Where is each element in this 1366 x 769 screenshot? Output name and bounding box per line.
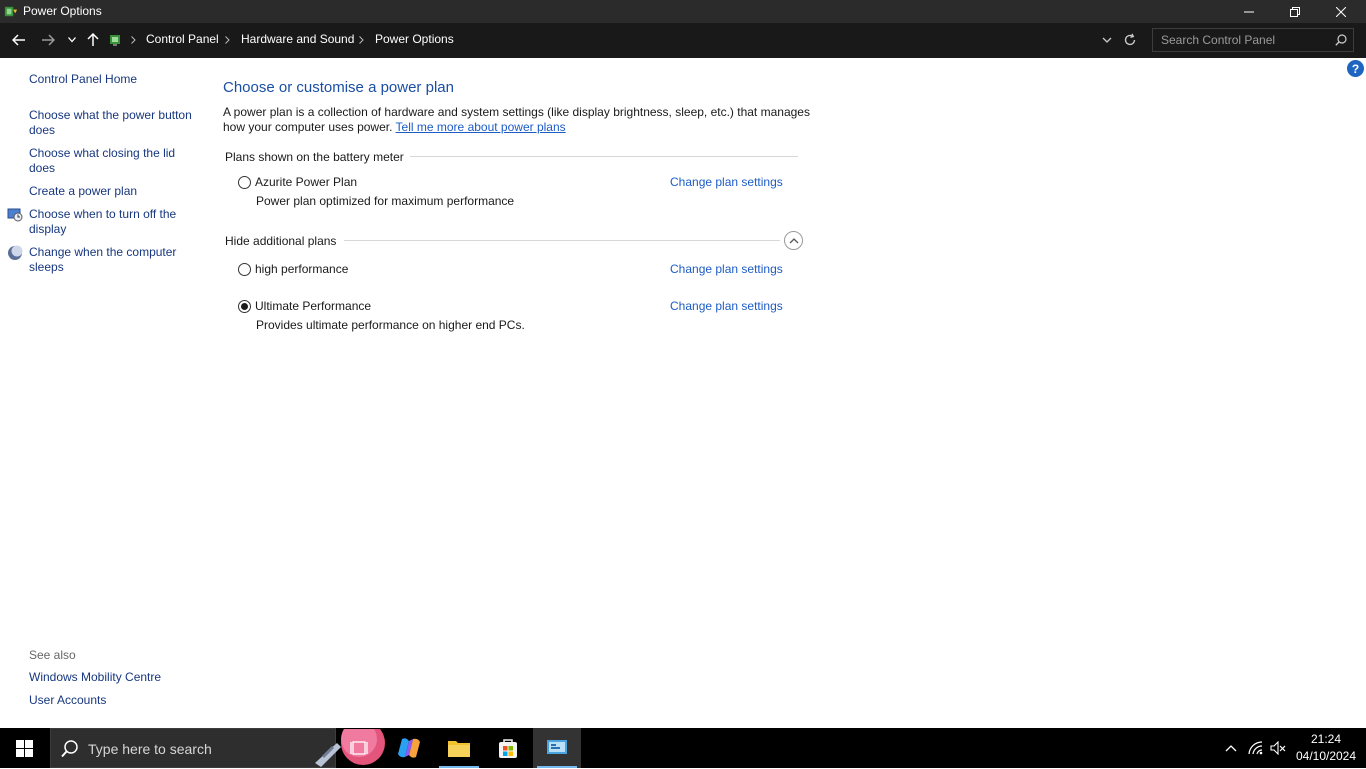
display-power-icon [7,208,23,222]
help-icon[interactable]: ? [1347,60,1364,77]
back-button[interactable] [8,30,30,50]
forward-button[interactable] [37,30,59,50]
refresh-button[interactable] [1123,33,1137,50]
recent-locations-button[interactable] [61,30,83,50]
volume-muted-icon [1270,741,1286,755]
change-plan-settings-azurite[interactable]: Change plan settings [670,175,783,189]
windows-logo-icon [15,739,33,757]
up-arrow-icon [87,33,99,46]
breadcrumb[interactable]: Control Panel Hardware and Sound Power O… [104,28,1140,52]
store-icon [499,739,517,758]
sidebar-item-label: display [29,222,67,236]
chevron-up-icon [789,238,798,244]
address-bar: Control Panel Hardware and Sound Power O… [0,23,1366,58]
see-also-heading: See also [29,648,76,662]
folder-icon [448,741,470,757]
control-panel-home-link[interactable]: Control Panel Home [29,72,137,87]
sleep-moon-icon [8,245,23,260]
search-box[interactable] [1152,28,1354,52]
volume-button[interactable] [1267,728,1289,768]
network-button[interactable] [1245,728,1267,768]
windows-mobility-centre-link[interactable]: Windows Mobility Centre [29,670,161,685]
change-plan-settings-high-performance[interactable]: Change plan settings [670,262,783,276]
sidebar-item-turn-off-display[interactable]: Choose when to turn off the display [29,207,176,237]
task-view-button[interactable] [336,728,384,768]
sidebar-item-label: does [29,161,56,175]
clock[interactable]: 21:24 04/10/2024 [1293,731,1359,765]
copilot-icon [398,738,420,758]
sidebar-item-closing-lid[interactable]: Choose what closing the lid does [29,146,175,176]
collapse-plans-button[interactable] [784,231,803,250]
plan-name-azurite[interactable]: Azurite Power Plan [255,175,357,189]
taskbar-search[interactable]: Type here to search [50,728,385,768]
close-icon [1336,6,1346,17]
start-button[interactable] [0,728,48,768]
search-icon[interactable] [1335,34,1347,46]
power-options-icon [4,6,18,17]
clock-date: 04/10/2024 [1295,749,1357,763]
up-button[interactable] [82,30,104,50]
plan-radio-ultimate-performance[interactable] [238,300,251,313]
minimize-button[interactable] [1226,0,1272,23]
file-explorer-button[interactable] [435,728,483,768]
breadcrumb-power-options[interactable]: Power Options [375,32,454,46]
sidebar-item-computer-sleeps[interactable]: Change when the computer sleeps [29,245,176,275]
title-bar: Power Options [0,0,1366,23]
sidebar-item-create-plan[interactable]: Create a power plan [29,184,137,199]
window-title: Power Options [23,4,102,18]
plan-radio-high-performance[interactable] [238,263,251,276]
sidebar-item-label: Choose what closing the lid [29,146,176,160]
chevron-up-icon [1225,745,1237,752]
plan-name-ultimate-performance[interactable]: Ultimate Performance [255,299,371,313]
microsoft-store-button[interactable] [484,728,532,768]
breadcrumb-separator-icon[interactable] [128,33,138,47]
network-icon [1248,741,1263,755]
sidebar-item-label: Choose when to turn off the [29,207,177,221]
change-plan-settings-ultimate-performance[interactable]: Change plan settings [670,299,783,313]
divider [344,240,780,241]
clock-time: 21:24 [1310,732,1342,746]
back-arrow-icon [12,34,25,46]
search-input[interactable] [1161,32,1327,48]
page-title: Choose or customise a power plan [223,79,454,96]
sidebar-item-power-button[interactable]: Choose what the power button does [29,108,192,138]
hide-additional-plans-toggle[interactable]: Hide additional plans [225,234,336,248]
close-button[interactable] [1318,0,1364,23]
sidebar-item-label: Choose what the power button [29,108,192,122]
divider [410,156,798,157]
restore-icon [1290,6,1300,17]
taskbar: Type here to search 21:24 04/10/2024 [0,728,1366,768]
plan-description-ultimate-performance: Provides ultimate performance on higher … [256,318,525,332]
plan-name-high-performance[interactable]: high performance [255,262,348,276]
refresh-icon [1124,33,1136,46]
learn-more-link[interactable]: Tell me more about power plans [396,120,566,134]
copilot-button[interactable] [385,728,433,768]
plan-radio-azurite[interactable] [238,176,251,189]
minimize-icon [1244,11,1254,12]
plan-description-azurite: Power plan optimized for maximum perform… [256,194,515,208]
control-panel-taskbar-button[interactable] [533,728,581,768]
breadcrumb-hardware-and-sound[interactable]: Hardware and Sound [241,32,354,46]
breadcrumb-separator-icon[interactable] [356,33,366,47]
address-dropdown-button[interactable] [1102,33,1112,50]
sidebar-item-label: does [29,123,56,137]
taskbar-search-text: Type here to search [88,741,212,757]
page-description: A power plan is a collection of hardware… [223,105,813,135]
user-accounts-link[interactable]: User Accounts [29,693,106,708]
battery-meter-plans-header: Plans shown on the battery meter [225,150,404,164]
control-panel-icon [547,740,567,754]
breadcrumb-control-panel[interactable]: Control Panel [146,32,219,46]
show-hidden-icons-button[interactable] [1220,728,1242,768]
chevron-down-icon [68,37,76,43]
sidebar-item-label: Change when the computer [29,245,177,259]
sidebar-item-label: sleeps [29,260,64,274]
restore-button[interactable] [1272,0,1318,23]
control-panel-icon [110,35,120,46]
task-view-icon [350,741,368,755]
sidebar-item-label: Create a power plan [29,184,138,198]
breadcrumb-separator-icon[interactable] [222,33,232,47]
search-icon [61,740,78,758]
chevron-down-icon [1102,37,1112,43]
forward-arrow-icon [42,34,55,46]
